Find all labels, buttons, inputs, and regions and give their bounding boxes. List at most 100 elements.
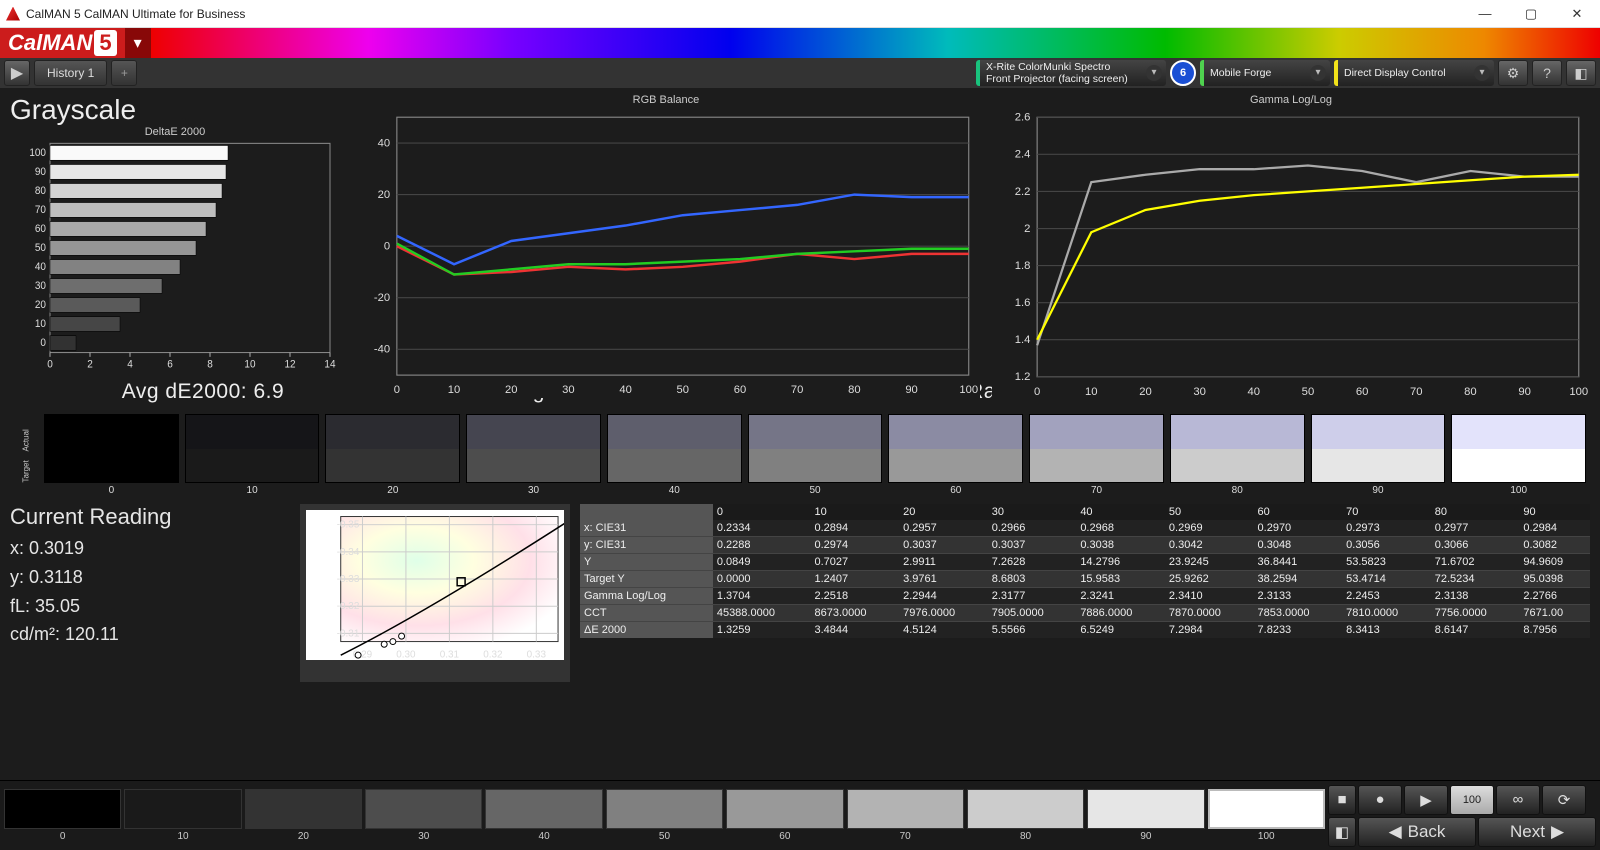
svg-text:2: 2 — [1024, 223, 1030, 235]
svg-text:10: 10 — [448, 384, 460, 396]
svg-text:30: 30 — [35, 281, 46, 292]
swatch-30: 30 — [466, 414, 601, 496]
ire-step-70[interactable]: 70 — [847, 789, 964, 842]
svg-text:80: 80 — [1464, 386, 1477, 398]
record-button[interactable]: ● — [1358, 785, 1402, 815]
svg-text:90: 90 — [905, 384, 917, 396]
brand-bar: CalMAN5 ▾ — [0, 28, 1600, 58]
stop-all-button[interactable]: ◧ — [1328, 817, 1356, 847]
ddc-device-selector[interactable]: Direct Display Control ▾ — [1334, 60, 1494, 86]
source-device-selector[interactable]: Mobile Forge ▾ — [1200, 60, 1330, 86]
svg-text:-0.33: -0.33 — [337, 574, 360, 585]
ire-step-100[interactable]: 100 — [1208, 789, 1325, 842]
ire-step-50[interactable]: 50 — [606, 789, 723, 842]
svg-text:2.6: 2.6 — [1015, 112, 1031, 124]
ire-step-80[interactable]: 80 — [967, 789, 1084, 842]
help-button[interactable]: ? — [1532, 60, 1562, 86]
spectrum-bar — [151, 28, 1600, 58]
svg-text:70: 70 — [1410, 386, 1423, 398]
svg-text:-0.34: -0.34 — [337, 547, 360, 558]
level-button[interactable]: 100 — [1450, 785, 1494, 815]
svg-text:-0.32: -0.32 — [337, 601, 360, 612]
svg-text:-0.31: -0.31 — [337, 628, 360, 639]
rgb-chart-title: RGB Balance — [352, 94, 980, 106]
svg-text:30: 30 — [562, 384, 574, 396]
svg-text:70: 70 — [35, 205, 46, 216]
ire-step-20[interactable]: 20 — [245, 789, 362, 842]
window-minimize-button[interactable]: — — [1462, 0, 1508, 28]
window-titlebar: CalMAN 5 CalMAN Ultimate for Business — … — [0, 0, 1600, 28]
svg-text:20: 20 — [378, 189, 390, 201]
svg-text:50: 50 — [677, 384, 689, 396]
svg-text:60: 60 — [734, 384, 746, 396]
svg-text:0: 0 — [384, 241, 390, 253]
back-button[interactable]: ◀Back — [1358, 817, 1476, 847]
brand-menu-button[interactable]: ▾ — [125, 28, 151, 58]
continuous-button[interactable]: ∞ — [1496, 785, 1540, 815]
svg-text:1.2: 1.2 — [1015, 371, 1031, 383]
swatch-60: 60 — [888, 414, 1023, 496]
ire-step-0[interactable]: 0 — [4, 789, 121, 842]
ire-step-60[interactable]: 60 — [726, 789, 843, 842]
refresh-button[interactable]: ⟳ — [1542, 785, 1586, 815]
svg-text:1.6: 1.6 — [1015, 297, 1031, 309]
avg-de-stat: Avg dE2000: 6.9 — [122, 380, 284, 404]
gamma-chart: 1.21.41.61.822.22.42.6010203040506070809… — [992, 106, 1590, 399]
svg-text:40: 40 — [619, 384, 631, 396]
play-button-bottom[interactable]: ▶ — [1404, 785, 1448, 815]
swatch-80: 80 — [1170, 414, 1305, 496]
svg-text:0.32: 0.32 — [483, 649, 503, 660]
reading-count-badge[interactable]: 6 — [1170, 60, 1196, 86]
main-toolbar: ▶ History 1 + X-Rite ColorMunki SpectroF… — [0, 58, 1600, 88]
chevron-down-icon: ▾ — [1310, 65, 1326, 81]
svg-text:-0.35: -0.35 — [337, 520, 360, 531]
swatch-20: 20 — [325, 414, 460, 496]
swatch-50: 50 — [748, 414, 883, 496]
svg-text:10: 10 — [244, 359, 255, 370]
page-title: Grayscale — [10, 94, 340, 126]
svg-text:6: 6 — [167, 359, 173, 370]
svg-text:0: 0 — [40, 338, 46, 349]
chevron-down-icon: ▾ — [1146, 65, 1162, 81]
swatch-40: 40 — [607, 414, 742, 496]
deltae-bar-chart: 024681012141009080706050403020100 — [10, 138, 340, 374]
swatch-90: 90 — [1311, 414, 1446, 496]
play-button[interactable]: ▶ — [4, 60, 30, 86]
swatch-axis-labels: ActualTarget — [14, 414, 38, 496]
svg-text:30: 30 — [1193, 386, 1206, 398]
svg-text:40: 40 — [35, 262, 46, 273]
ire-step-90[interactable]: 90 — [1087, 789, 1204, 842]
window-close-button[interactable]: ✕ — [1554, 0, 1600, 28]
brand-logo: CalMAN5 — [0, 28, 125, 58]
svg-text:80: 80 — [848, 384, 860, 396]
svg-text:2.4: 2.4 — [1015, 149, 1031, 161]
svg-text:90: 90 — [1518, 386, 1531, 398]
svg-text:40: 40 — [378, 137, 390, 149]
ire-step-40[interactable]: 40 — [485, 789, 602, 842]
deltae-chart-title: DeltaE 2000 — [10, 126, 340, 138]
window-maximize-button[interactable]: ▢ — [1508, 0, 1554, 28]
panel-toggle-button[interactable]: ◧ — [1566, 60, 1596, 86]
svg-text:0: 0 — [1034, 386, 1040, 398]
settings-button[interactable]: ⚙ — [1498, 60, 1528, 86]
svg-text:1.4: 1.4 — [1015, 334, 1031, 346]
add-tab-button[interactable]: + — [111, 60, 137, 86]
svg-text:12: 12 — [284, 359, 295, 370]
stop-button[interactable]: ■ — [1328, 785, 1356, 815]
bottom-bar: 0102030405060708090100 ■ ● ▶ 100 ∞ ⟳ ◧ ◀… — [0, 780, 1600, 850]
chevron-down-icon: ▾ — [1474, 65, 1490, 81]
next-button[interactable]: Next▶ — [1478, 817, 1596, 847]
swatch-70: 70 — [1029, 414, 1164, 496]
ire-step-10[interactable]: 10 — [124, 789, 241, 842]
svg-text:8: 8 — [207, 359, 213, 370]
ire-step-30[interactable]: 30 — [365, 789, 482, 842]
reading-fl: fL: 35.05 — [10, 592, 290, 621]
svg-text:80: 80 — [35, 186, 46, 197]
swatch-0: 0 — [44, 414, 179, 496]
svg-text:4: 4 — [127, 359, 133, 370]
svg-text:0.33: 0.33 — [527, 649, 547, 660]
reading-y: y: 0.3118 — [10, 563, 290, 592]
current-reading-panel: Current Reading x: 0.3019 y: 0.3118 fL: … — [10, 504, 290, 682]
history-tab[interactable]: History 1 — [34, 60, 107, 86]
meter-device-selector[interactable]: X-Rite ColorMunki SpectroFront Projector… — [976, 60, 1166, 86]
